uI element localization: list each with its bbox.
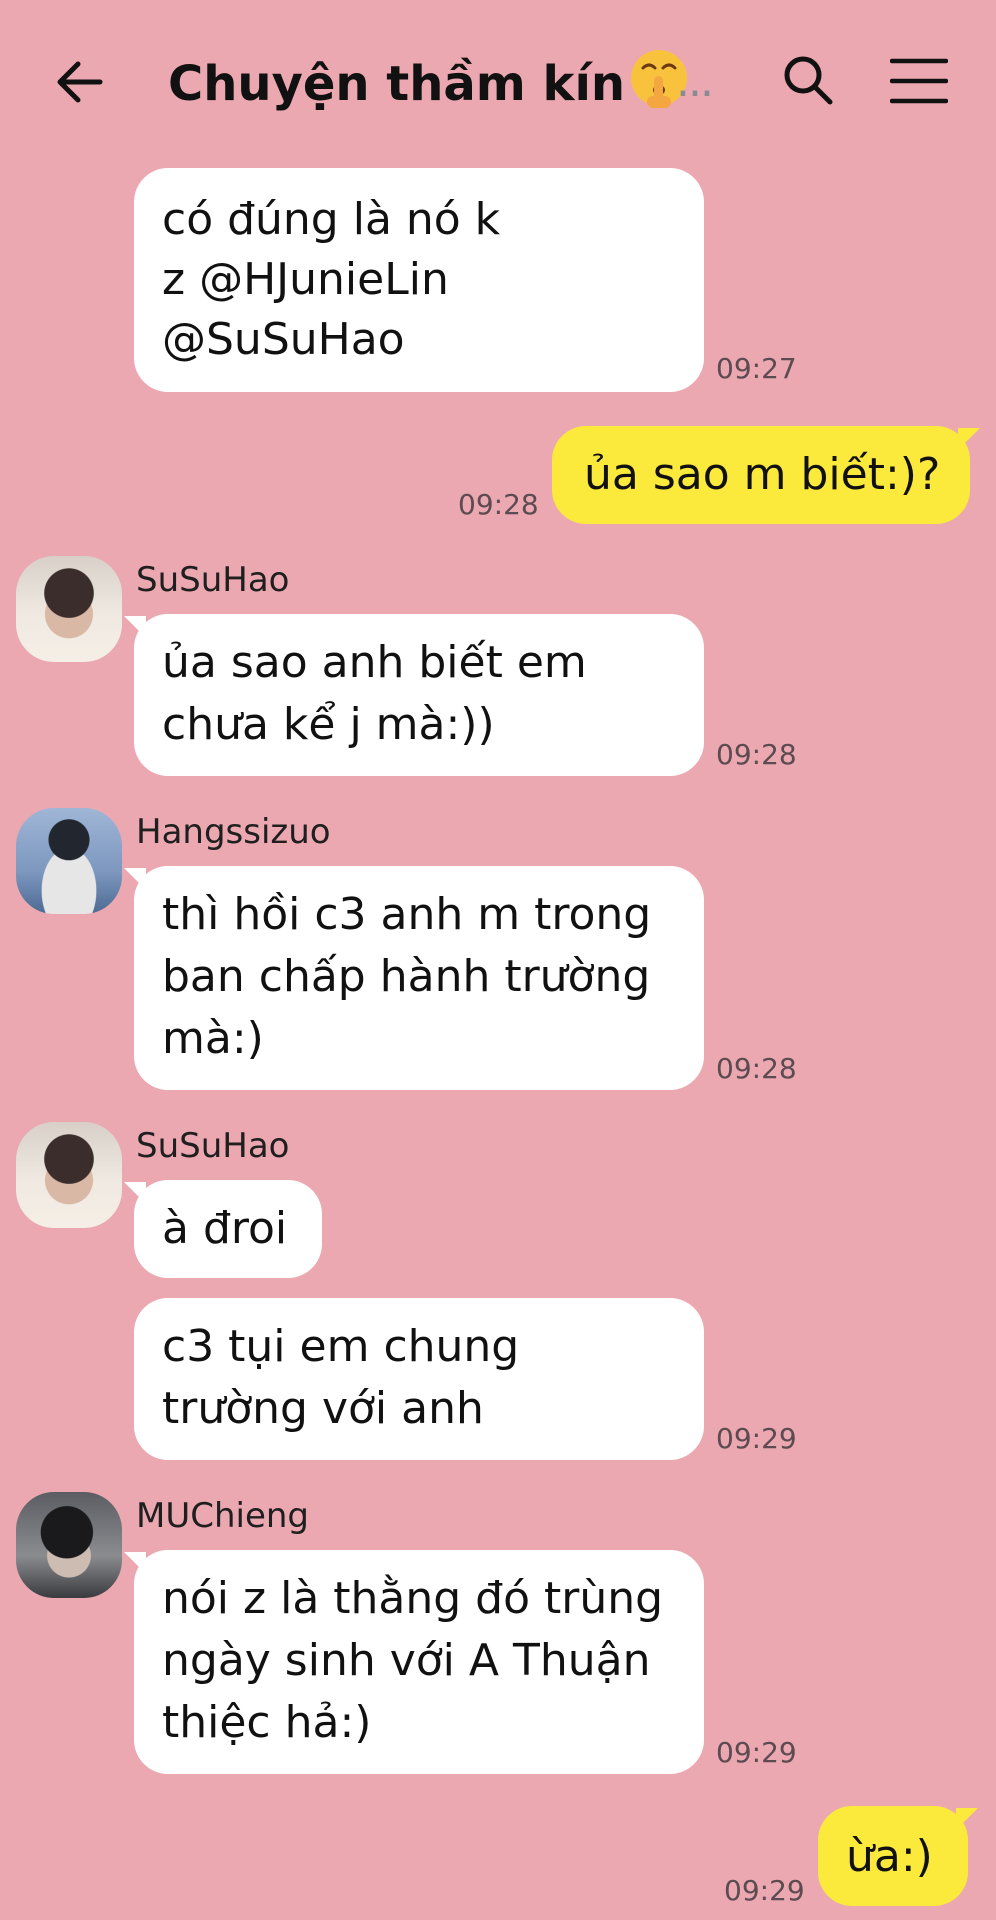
- sender-name: Hangssizuo: [136, 812, 331, 852]
- bubble-tail: [956, 1808, 978, 1830]
- message-line: à đroi: [162, 1203, 288, 1254]
- message-time: 09:29: [724, 1874, 805, 1907]
- chat-title-text: Chuyện thầm kín: [168, 56, 626, 112]
- message-line: nói z là thằng đó trùng: [162, 1573, 664, 1624]
- message-bubble[interactable]: à đroi: [134, 1180, 322, 1278]
- message-time: 09:28: [458, 488, 539, 521]
- hamburger-menu-icon[interactable]: [890, 56, 948, 106]
- sender-name: MUChieng: [136, 1496, 310, 1536]
- message-line: z @HJunieLin: [162, 254, 449, 305]
- message-line: trường với anh: [162, 1383, 484, 1434]
- avatar-muchieng[interactable]: [16, 1492, 122, 1598]
- message-time: 09:29: [716, 1422, 797, 1455]
- avatar-susuhao[interactable]: [16, 556, 122, 662]
- message-time: 09:28: [716, 738, 797, 771]
- message-line: thiệc hả:): [162, 1697, 372, 1748]
- message-bubble[interactable]: nói z là thằng đó trùng ngày sinh với A …: [134, 1550, 704, 1774]
- message-line: chưa kể j mà:)): [162, 699, 495, 750]
- search-icon[interactable]: [780, 52, 836, 108]
- chat-header: Chuyện thầm kín ...: [0, 0, 996, 160]
- message-line: thì hồi c3 anh m trong: [162, 889, 652, 940]
- message-line: ban chấp hành trường: [162, 951, 651, 1002]
- message-line: c3 tụi em chung: [162, 1321, 520, 1372]
- sender-name: SuSuHao: [136, 1126, 290, 1166]
- message-time: 09:28: [716, 1052, 797, 1085]
- message-bubble-mine[interactable]: ừa:): [818, 1806, 968, 1906]
- title-overflow-ellipsis: ...: [676, 56, 714, 107]
- message-time: 09:29: [716, 1736, 797, 1769]
- bubble-tail: [958, 428, 980, 450]
- message-bubble[interactable]: thì hồi c3 anh m trong ban chấp hành trư…: [134, 866, 704, 1090]
- avatar-hangssizuo[interactable]: [16, 808, 122, 914]
- message-bubble-mine[interactable]: ủa sao m biết:)?: [552, 426, 970, 524]
- message-bubble[interactable]: ủa sao anh biết em chưa kể j mà:)): [134, 614, 704, 776]
- message-bubble[interactable]: c3 tụi em chung trường với anh: [134, 1298, 704, 1460]
- message-line: có đúng là nó k: [162, 194, 501, 245]
- message-line: ủa sao anh biết em: [162, 637, 587, 688]
- message-line: @SuSuHao: [162, 314, 405, 365]
- message-line: mà:): [162, 1013, 264, 1064]
- avatar-susuhao[interactable]: [16, 1122, 122, 1228]
- message-line: ừa:): [846, 1831, 933, 1882]
- sender-name: SuSuHao: [136, 560, 290, 600]
- arrow-left-icon[interactable]: [52, 54, 108, 110]
- chat-title: Chuyện thầm kín: [168, 46, 691, 116]
- message-time: 09:27: [716, 352, 797, 385]
- message-line: ủa sao m biết:)?: [584, 449, 941, 500]
- message-bubble[interactable]: có đúng là nó k z @HJunieLin @SuSuHao: [134, 168, 704, 392]
- message-line: ngày sinh với A Thuận: [162, 1635, 651, 1686]
